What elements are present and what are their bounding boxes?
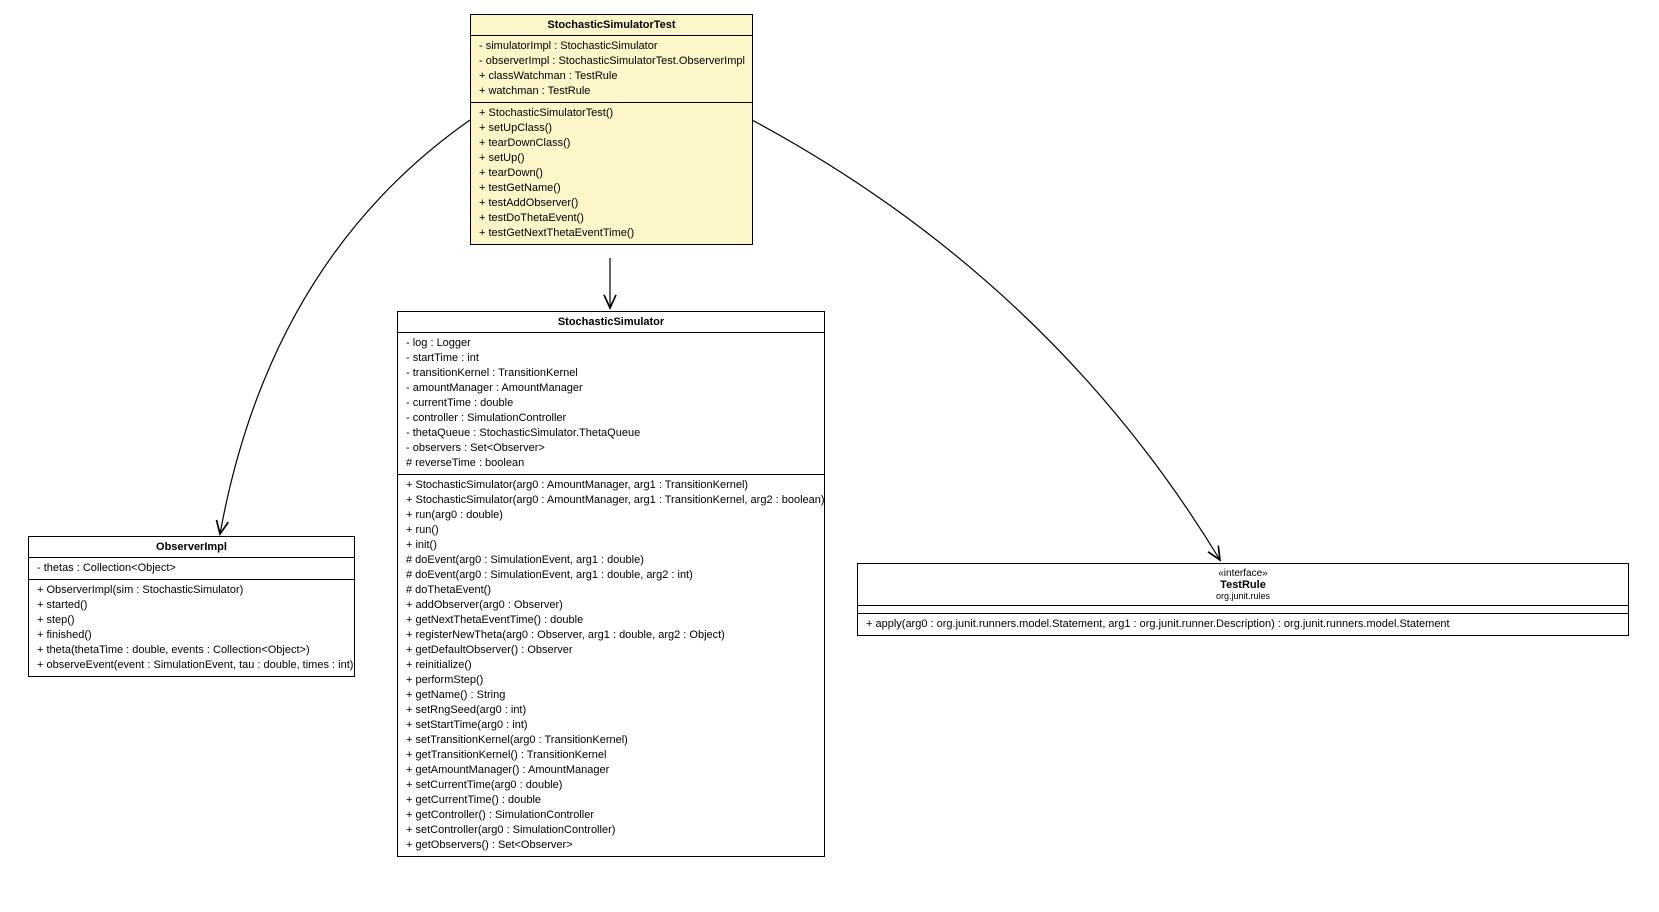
- member-line: + started(): [37, 598, 346, 613]
- operations-compartment: + ObserverImpl(sim : StochasticSimulator…: [29, 580, 354, 676]
- member-line: + StochasticSimulator(arg0 : AmountManag…: [406, 478, 816, 493]
- member-line: + run(arg0 : double): [406, 508, 816, 523]
- member-line: # reverseTime : boolean: [406, 456, 816, 471]
- member-line: - observerImpl : StochasticSimulatorTest…: [479, 54, 744, 69]
- member-line: + testGetName(): [479, 181, 744, 196]
- attributes-compartment: - thetas : Collection<Object>: [29, 558, 354, 580]
- member-line: + setTransitionKernel(arg0 : TransitionK…: [406, 733, 816, 748]
- member-line: + watchman : TestRule: [479, 84, 744, 99]
- class-name: TestRule: [1220, 579, 1266, 591]
- member-line: # doEvent(arg0 : SimulationEvent, arg1 :…: [406, 553, 816, 568]
- member-line: + setCurrentTime(arg0 : double): [406, 778, 816, 793]
- member-line: + reinitialize(): [406, 658, 816, 673]
- package-label: org.junit.rules: [866, 591, 1620, 601]
- member-line: + setRngSeed(arg0 : int): [406, 703, 816, 718]
- class-test-rule: «interface» TestRule org.junit.rules + a…: [857, 563, 1629, 636]
- class-title: «interface» TestRule org.junit.rules: [858, 564, 1628, 606]
- member-line: + run(): [406, 523, 816, 538]
- member-line: - simulatorImpl : StochasticSimulator: [479, 39, 744, 54]
- member-line: + addObserver(arg0 : Observer): [406, 598, 816, 613]
- member-line: + finished(): [37, 628, 346, 643]
- member-line: + init(): [406, 538, 816, 553]
- class-title: ObserverImpl: [29, 537, 354, 558]
- member-line: + getObservers() : Set<Observer>: [406, 838, 816, 853]
- member-line: + testAddObserver(): [479, 196, 744, 211]
- member-line: + observeEvent(event : SimulationEvent, …: [37, 658, 346, 673]
- attributes-compartment: - simulatorImpl : StochasticSimulator- o…: [471, 36, 752, 103]
- member-line: + getNextThetaEventTime() : double: [406, 613, 816, 628]
- member-line: # doThetaEvent(): [406, 583, 816, 598]
- member-line: + getCurrentTime() : double: [406, 793, 816, 808]
- member-line: + performStep(): [406, 673, 816, 688]
- member-line: + StochasticSimulatorTest(): [479, 106, 744, 121]
- member-line: - startTime : int: [406, 351, 816, 366]
- class-observer-impl: ObserverImpl - thetas : Collection<Objec…: [28, 536, 355, 677]
- member-line: + tearDown(): [479, 166, 744, 181]
- member-line: + getTransitionKernel() : TransitionKern…: [406, 748, 816, 763]
- member-line: + setUpClass(): [479, 121, 744, 136]
- member-line: + theta(thetaTime : double, events : Col…: [37, 643, 346, 658]
- attributes-compartment: [858, 606, 1628, 614]
- operations-compartment: + StochasticSimulator(arg0 : AmountManag…: [398, 475, 824, 856]
- member-line: + getName() : String: [406, 688, 816, 703]
- member-line: + ObserverImpl(sim : StochasticSimulator…: [37, 583, 346, 598]
- member-line: + getController() : SimulationController: [406, 808, 816, 823]
- member-line: - log : Logger: [406, 336, 816, 351]
- member-line: - amountManager : AmountManager: [406, 381, 816, 396]
- member-line: + StochasticSimulator(arg0 : AmountManag…: [406, 493, 816, 508]
- class-stochastic-simulator-test: StochasticSimulatorTest - simulatorImpl …: [470, 14, 753, 245]
- member-line: - currentTime : double: [406, 396, 816, 411]
- class-title: StochasticSimulatorTest: [471, 15, 752, 36]
- member-line: - thetaQueue : StochasticSimulator.Theta…: [406, 426, 816, 441]
- class-title: StochasticSimulator: [398, 312, 824, 333]
- operations-compartment: + StochasticSimulatorTest()+ setUpClass(…: [471, 103, 752, 244]
- class-stochastic-simulator: StochasticSimulator - log : Logger- star…: [397, 311, 825, 857]
- member-line: + getAmountManager() : AmountManager: [406, 763, 816, 778]
- member-line: - observers : Set<Observer>: [406, 441, 816, 456]
- operations-compartment: + apply(arg0 : org.junit.runners.model.S…: [858, 614, 1628, 635]
- member-line: + step(): [37, 613, 346, 628]
- member-line: + setStartTime(arg0 : int): [406, 718, 816, 733]
- member-line: + apply(arg0 : org.junit.runners.model.S…: [866, 617, 1620, 632]
- member-line: + registerNewTheta(arg0 : Observer, arg1…: [406, 628, 816, 643]
- member-line: + testDoThetaEvent(): [479, 211, 744, 226]
- member-line: + setController(arg0 : SimulationControl…: [406, 823, 816, 838]
- member-line: # doEvent(arg0 : SimulationEvent, arg1 :…: [406, 568, 816, 583]
- member-line: + getDefaultObserver() : Observer: [406, 643, 816, 658]
- stereotype-label: «interface»: [866, 568, 1620, 579]
- member-line: + setUp(): [479, 151, 744, 166]
- connector-layer: [0, 0, 1659, 912]
- member-line: + tearDownClass(): [479, 136, 744, 151]
- member-line: - controller : SimulationController: [406, 411, 816, 426]
- member-line: - transitionKernel : TransitionKernel: [406, 366, 816, 381]
- attributes-compartment: - log : Logger- startTime : int- transit…: [398, 333, 824, 475]
- member-line: - thetas : Collection<Object>: [37, 561, 346, 576]
- member-line: + classWatchman : TestRule: [479, 69, 744, 84]
- member-line: + testGetNextThetaEventTime(): [479, 226, 744, 241]
